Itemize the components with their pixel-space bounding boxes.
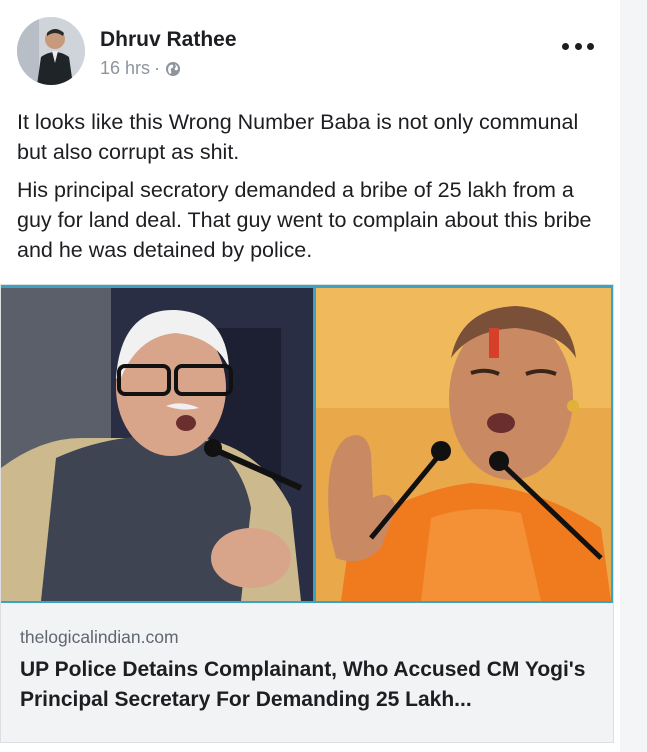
link-preview-info[interactable]: thelogicalindian.com UP Police Detains C… xyxy=(1,603,613,742)
link-preview-image[interactable] xyxy=(1,285,613,603)
author-name[interactable]: Dhruv Rathee xyxy=(100,28,237,52)
more-dot-icon xyxy=(587,42,594,50)
post-body: It looks like this Wrong Number Baba is … xyxy=(17,107,597,273)
post-timestamp[interactable]: 16 hrs xyxy=(100,58,150,79)
more-dot-icon xyxy=(562,42,569,50)
post-paragraph: His principal secratory demanded a bribe… xyxy=(17,178,592,262)
link-domain: thelogicalindian.com xyxy=(20,627,179,647)
post-paragraph: It looks like this Wrong Number Baba is … xyxy=(17,110,579,164)
post-card: Dhruv Rathee 16 hrs · It looks like this… xyxy=(0,0,620,752)
globe-icon xyxy=(165,61,181,77)
meta-separator: · xyxy=(154,58,161,78)
link-headline[interactable]: UP Police Detains Complainant, Who Accus… xyxy=(20,655,600,715)
post-header: Dhruv Rathee 16 hrs · xyxy=(0,0,620,100)
link-preview-card[interactable]: thelogicalindian.com UP Police Detains C… xyxy=(0,284,614,743)
author-avatar[interactable] xyxy=(17,17,85,85)
post-meta: 16 hrs · xyxy=(100,58,181,79)
more-dot-icon xyxy=(574,42,582,50)
more-options-button[interactable] xyxy=(562,40,594,52)
